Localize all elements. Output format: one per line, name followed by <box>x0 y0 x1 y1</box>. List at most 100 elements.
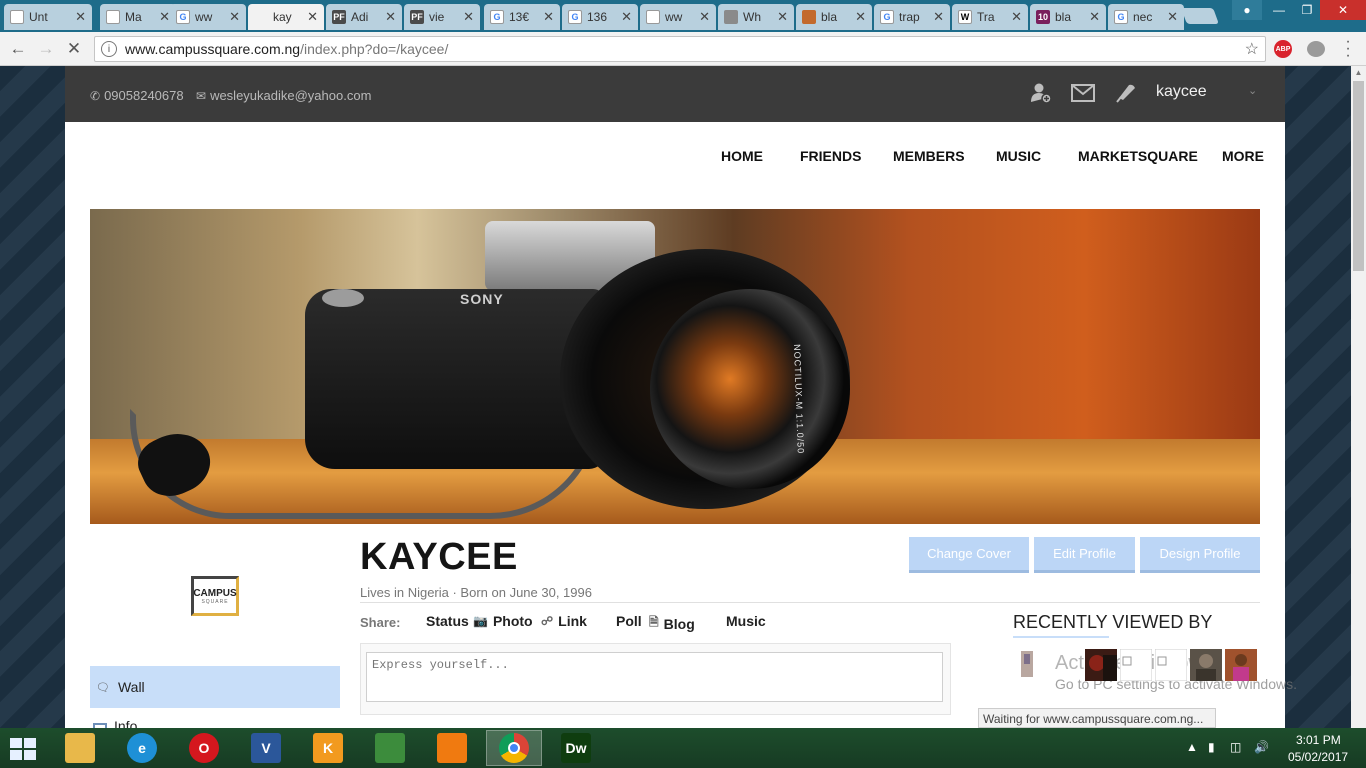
scrollbar-thumb[interactable] <box>1353 81 1364 271</box>
taskbar-app[interactable]: O <box>176 730 232 766</box>
browser-tab[interactable]: ww ✕ <box>640 4 716 30</box>
close-tab-icon[interactable]: ✕ <box>543 9 554 25</box>
change-cover-button[interactable]: Change Cover <box>909 537 1029 573</box>
design-profile-button[interactable]: Design Profile <box>1140 537 1260 573</box>
tray-chevron-icon[interactable]: ▲ <box>1186 740 1198 754</box>
viewer-avatar[interactable] <box>1120 649 1152 681</box>
browser-tab[interactable]: G 136 ✕ <box>562 4 638 30</box>
network-icon[interactable]: ▮ <box>1208 740 1215 754</box>
user-profile-icon[interactable]: ● <box>1232 0 1262 20</box>
username-label[interactable]: kaycee <box>1156 83 1207 101</box>
viewer-avatar[interactable] <box>1225 649 1257 681</box>
sidebar-item-wall[interactable]: 🗨 Wall <box>90 666 340 708</box>
browser-tab[interactable]: Ma ✕ <box>100 4 176 30</box>
browser-tab[interactable]: Unt ✕ <box>4 4 92 30</box>
site-info-icon[interactable]: i <box>101 41 117 57</box>
volume-icon[interactable]: 🔊 <box>1254 740 1269 754</box>
doc-icon <box>10 10 24 24</box>
k13-icon: K <box>313 733 343 763</box>
cover-camera-brand: SONY <box>460 291 504 307</box>
nav-marketsquare[interactable]: MARKETSQUARE <box>1078 148 1198 164</box>
viewer-avatar[interactable] <box>1015 649 1047 681</box>
page-scrollbar[interactable]: ▲ <box>1351 66 1366 728</box>
google-icon: G <box>176 10 190 24</box>
nav-members[interactable]: MEMBERS <box>893 148 965 164</box>
scroll-up-arrow[interactable]: ▲ <box>1351 66 1366 80</box>
adblock-extension-icon[interactable]: ABP <box>1274 40 1292 58</box>
browser-tab[interactable]: Gnec ✕ <box>1108 4 1184 30</box>
browser-tab[interactable]: 10 bla ✕ <box>1030 4 1106 30</box>
close-tab-icon[interactable]: ✕ <box>1167 9 1178 25</box>
stop-loading-button[interactable]: ✕ <box>62 37 86 61</box>
viewer-avatar[interactable] <box>1085 649 1117 681</box>
status-input[interactable] <box>366 652 943 702</box>
close-tab-icon[interactable]: ✕ <box>855 9 866 25</box>
share-blog[interactable]: 🗎 Blog <box>649 613 695 634</box>
taskbar-app[interactable]: Dw <box>548 730 604 766</box>
extension-icon[interactable] <box>1307 41 1325 57</box>
nav-friends[interactable]: FRIENDS <box>800 148 861 164</box>
clock-time[interactable]: 3:01 PM <box>1296 733 1341 747</box>
close-tab-icon[interactable]: ✕ <box>699 9 710 25</box>
bookmark-star-icon[interactable]: ☆ <box>1245 39 1259 59</box>
close-tab-icon[interactable]: ✕ <box>75 9 86 25</box>
profile-avatar[interactable]: CAMPUS SQUARE <box>155 536 275 656</box>
address-bar[interactable]: i www.campussquare.com.ng/index.php?do=/… <box>94 36 1266 62</box>
close-tab-icon[interactable]: ✕ <box>1011 9 1022 25</box>
browser-tab[interactable]: PF vie ✕ <box>404 4 480 30</box>
back-button[interactable]: ← <box>6 37 30 61</box>
battery-icon[interactable]: ◫ <box>1230 740 1241 754</box>
close-tab-icon[interactable]: ✕ <box>777 9 788 25</box>
minimize-button[interactable]: — <box>1264 0 1294 20</box>
phone-number: 09058240678 <box>104 88 184 103</box>
close-tab-icon[interactable]: ✕ <box>229 9 240 25</box>
notifications-icon[interactable] <box>1113 80 1139 106</box>
close-tab-icon[interactable]: ✕ <box>159 9 170 25</box>
taskbar-app[interactable] <box>52 730 108 766</box>
browser-tab[interactable]: W Tra ✕ <box>952 4 1028 30</box>
windows-start-icon[interactable] <box>10 738 38 760</box>
close-tab-icon[interactable]: ✕ <box>385 9 396 25</box>
share-status[interactable]: Status <box>426 613 469 629</box>
browser-tab[interactable]: G 13€ ✕ <box>484 4 560 30</box>
browser-tab[interactable]: bla ✕ <box>796 4 872 30</box>
taskbar-app[interactable]: V <box>238 730 294 766</box>
maximize-button[interactable]: ❐ <box>1292 0 1322 20</box>
share-poll[interactable]: Poll <box>616 613 642 629</box>
taskbar-app[interactable] <box>424 730 480 766</box>
edit-profile-button[interactable]: Edit Profile <box>1034 537 1135 573</box>
browser-tab[interactable]: PF Adi ✕ <box>326 4 402 30</box>
google-icon: G <box>568 10 582 24</box>
close-tab-icon[interactable]: ✕ <box>933 9 944 25</box>
browser-tab[interactable]: Gww ✕ <box>170 4 246 30</box>
nav-home[interactable]: HOME <box>721 148 763 164</box>
browser-tab[interactable]: kay ✕ <box>248 4 324 30</box>
forward-button[interactable]: → <box>34 37 58 61</box>
taskbar-app[interactable] <box>362 730 418 766</box>
browser-tab[interactable]: Gtrap ✕ <box>874 4 950 30</box>
share-link[interactable]: ☍ Link <box>541 613 587 629</box>
add-friend-icon[interactable] <box>1028 80 1054 106</box>
viewer-avatar[interactable] <box>1155 649 1187 681</box>
browser-tab[interactable]: Wh ✕ <box>718 4 794 30</box>
viewer-avatar[interactable] <box>1190 649 1222 681</box>
close-tab-icon[interactable]: ✕ <box>307 9 318 25</box>
nav-music[interactable]: MUSIC <box>996 148 1041 164</box>
share-music[interactable]: Music <box>726 613 766 629</box>
chevron-down-icon[interactable]: ⌄ <box>1248 84 1257 97</box>
nav-more[interactable]: MORE <box>1222 148 1264 164</box>
taskbar-app[interactable]: e <box>114 730 170 766</box>
close-tab-icon[interactable]: ✕ <box>463 9 474 25</box>
close-window-button[interactable]: ✕ <box>1320 0 1366 20</box>
taskbar-app[interactable]: K <box>300 730 356 766</box>
close-tab-icon[interactable]: ✕ <box>1089 9 1100 25</box>
close-tab-icon[interactable]: ✕ <box>621 9 632 25</box>
url-text[interactable]: www.campussquare.com.ng/index.php?do=/ka… <box>125 41 1245 57</box>
taskbar-app[interactable] <box>486 730 542 766</box>
sidebar-item-info[interactable]: Info <box>90 718 340 728</box>
new-tab-button[interactable] <box>1181 8 1219 24</box>
chrome-menu-icon[interactable]: · · · <box>1340 34 1356 64</box>
share-photo[interactable]: 📷 Photo <box>473 613 533 629</box>
messages-icon[interactable] <box>1070 80 1096 106</box>
clock-date[interactable]: 05/02/2017 <box>1288 750 1348 764</box>
